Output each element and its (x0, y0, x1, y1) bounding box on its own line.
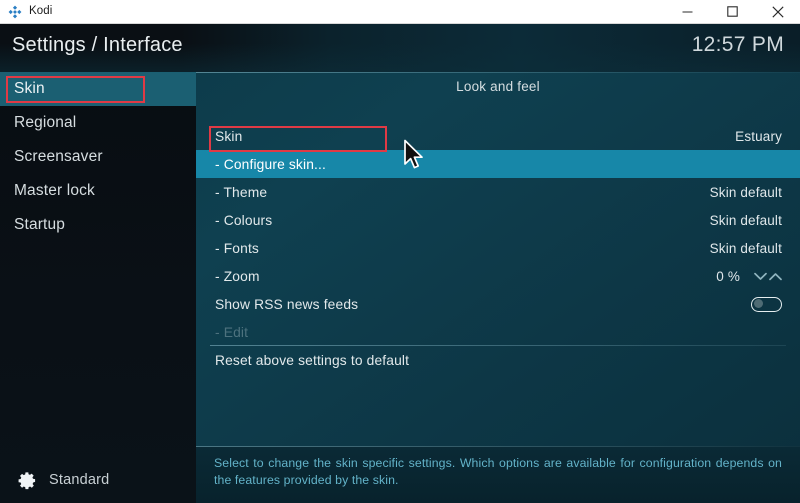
help-text: Select to change the skin specific setti… (214, 456, 782, 487)
sidebar-item-label: Screensaver (14, 148, 103, 165)
clock: 12:57 PM (691, 33, 784, 56)
settings-level-label: Standard (49, 472, 110, 488)
settings-category-sidebar: Skin Regional Screensaver Master lock Startu… (0, 72, 196, 503)
settings-group-title: Look and feel (456, 79, 540, 94)
window-title: Kodi (29, 4, 53, 17)
minimize-icon[interactable] (665, 0, 710, 23)
settings-row-label: - Colours (215, 212, 273, 228)
close-icon[interactable] (755, 0, 800, 23)
settings-header: Settings / Interface 12:57 PM (0, 24, 800, 72)
settings-row-value: 0 % (716, 268, 740, 284)
sidebar-list: Skin Regional Screensaver Master lock Startu… (0, 72, 196, 242)
window-titlebar: Kodi (0, 0, 800, 24)
settings-row-label: - Zoom (215, 268, 260, 284)
sidebar-item-master-lock[interactable]: Master lock (0, 174, 196, 208)
settings-row-value: Skin default (709, 184, 782, 200)
settings-row[interactable]: - Configure skin... (196, 150, 800, 178)
settings-rows: Skin Estuary - Configure skin... - Theme Ski… (196, 122, 800, 374)
rss-feeds-toggle[interactable] (751, 296, 782, 312)
settings-level-button[interactable]: Standard (0, 463, 196, 497)
settings-row[interactable]: Show RSS news feeds (196, 290, 800, 318)
sidebar-item-label: Startup (14, 216, 66, 233)
settings-row-value: Skin default (709, 212, 782, 228)
page-title: Settings / Interface (12, 34, 183, 56)
settings-row-label: - Theme (215, 184, 268, 200)
toggle-knob (753, 299, 763, 308)
settings-row[interactable]: Skin Estuary (196, 122, 800, 150)
settings-row[interactable]: Reset above settings to default (196, 346, 800, 374)
sidebar-item-label: Master lock (14, 182, 95, 199)
zoom-spinner[interactable] (754, 272, 782, 281)
settings-row[interactable]: - Fonts Skin default (196, 234, 800, 262)
settings-row-label: - Edit (215, 324, 249, 340)
chevron-up-icon[interactable] (769, 272, 782, 281)
sidebar-item-startup[interactable]: Startup (0, 208, 196, 242)
settings-row-label: - Configure skin... (215, 156, 326, 172)
settings-main-panel: Look and feel Skin Estuary - Configure ski… (196, 72, 800, 503)
settings-row: - Edit (196, 318, 800, 346)
gear-icon (18, 471, 37, 490)
settings-row-label: Reset above settings to default (215, 352, 410, 368)
settings-row-value: Estuary (735, 128, 782, 144)
settings-row[interactable]: - Theme Skin default (196, 178, 800, 206)
sidebar-item-label: Skin (14, 80, 45, 97)
settings-row-label: Show RSS news feeds (215, 296, 359, 312)
sidebar-item-screensaver[interactable]: Screensaver (0, 140, 196, 174)
kodi-logo-icon (8, 5, 22, 19)
sidebar-item-label: Regional (14, 114, 77, 131)
sidebar-item-regional[interactable]: Regional (0, 106, 196, 140)
settings-row[interactable]: - Zoom 0 % (196, 262, 800, 290)
maximize-icon[interactable] (710, 0, 755, 23)
kodi-app-window: Kodi Settings / Interface 12:57 PM Skin R… (0, 0, 800, 503)
chevron-down-icon[interactable] (754, 272, 767, 281)
help-bar: Select to change the skin specific setti… (196, 446, 800, 503)
settings-row[interactable]: - Colours Skin default (196, 206, 800, 234)
panel-top-divider (196, 72, 800, 73)
settings-row-label: - Fonts (215, 240, 259, 256)
sidebar-item-skin[interactable]: Skin (0, 72, 196, 106)
settings-row-label: Skin (215, 128, 243, 144)
kodi-ui: Settings / Interface 12:57 PM Skin Region… (0, 24, 800, 503)
settings-row-value: Skin default (709, 240, 782, 256)
